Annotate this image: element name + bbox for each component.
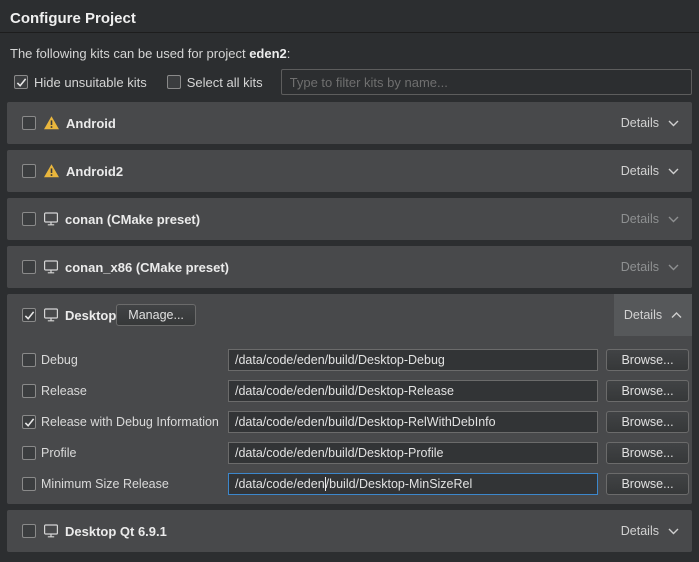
browse-button[interactable]: Browse... [606,442,689,464]
configure-project-page: { "window": { "title": "Configure Projec… [0,0,699,562]
details-label: Details [621,212,659,226]
build-path-input[interactable]: /data/code/eden/build/Desktop-Profile [228,442,598,464]
build-config-row-relwithdebinfo: Release with Debug Information /data/cod… [22,411,689,433]
details-toggle[interactable]: Details [608,150,692,192]
desktop-icon [43,211,59,227]
build-config-list: Debug /data/code/eden/build/Desktop-Debu… [7,336,692,504]
kit-name: Desktop Qt 6.9.1 [65,524,167,539]
desktop-icon [43,259,59,275]
config-checkbox[interactable] [22,446,36,460]
details-toggle[interactable]: Details [608,510,692,552]
kit-checkbox[interactable] [22,212,36,226]
select-all-kits-checkbox[interactable] [167,75,181,89]
checkmark-icon [16,77,27,88]
build-config-row-minsizerel: Minimum Size Release /data/code/eden/bui… [22,473,689,495]
details-label: Details [621,164,659,178]
kit-name: conan_x86 (CMake preset) [65,260,229,275]
chevron-down-icon [668,120,679,127]
hide-unsuitable-kits-checkbox[interactable] [14,75,28,89]
checkmark-icon [24,310,35,321]
path-text: /data/code/eden/build/Desktop-RelWithDeb… [235,415,496,429]
kit-header: conan_x86 (CMake preset) Details [7,246,692,288]
build-path-input[interactable]: /data/code/eden/build/Desktop-Debug [228,349,598,371]
page-title: Configure Project [0,0,699,33]
kit-checkbox[interactable] [22,524,36,538]
project-name: eden2 [249,46,287,61]
kit-panel-conan: conan (CMake preset) Details [7,198,692,240]
browse-button[interactable]: Browse... [606,473,689,495]
config-label: Release with Debug Information [41,415,228,429]
details-toggle[interactable]: Details [608,198,692,240]
build-config-row-debug: Debug /data/code/eden/build/Desktop-Debu… [22,349,689,371]
kit-checkbox[interactable] [22,308,36,322]
config-checkbox[interactable] [22,384,36,398]
kit-checkbox[interactable] [22,164,36,178]
kit-name: Android2 [66,164,123,179]
chevron-down-icon [668,264,679,271]
select-all-kits-label: Select all kits [187,75,263,90]
kit-list: Android Details Android2 Details [7,102,692,552]
build-path-input[interactable]: /data/code/eden/build/Desktop-MinSizeRel [228,473,598,495]
kit-panel-android: Android Details [7,102,692,144]
kit-panel-android2: Android2 Details [7,150,692,192]
intro-text: The following kits can be used for proje… [10,46,689,61]
chevron-down-icon [668,216,679,223]
warning-icon [43,115,60,131]
kit-name: Android [66,116,116,131]
kit-panel-desktop-qt: Desktop Qt 6.9.1 Details [7,510,692,552]
hide-unsuitable-kits-option[interactable]: Hide unsuitable kits [14,75,147,90]
config-label: Debug [41,353,228,367]
kit-checkbox[interactable] [22,260,36,274]
kit-name: Desktop [65,308,116,323]
kit-header: Desktop Manage... Details [7,294,692,336]
hide-unsuitable-kits-label: Hide unsuitable kits [34,75,147,90]
path-text: /data/code/eden [235,477,325,491]
path-text: /data/code/eden/build/Desktop-Debug [235,353,445,367]
intro-suffix: : [287,46,291,61]
kit-name: conan (CMake preset) [65,212,200,227]
browse-button[interactable]: Browse... [606,411,689,433]
build-path-input[interactable]: /data/code/eden/build/Desktop-RelWithDeb… [228,411,598,433]
select-all-kits-option[interactable]: Select all kits [167,75,263,90]
build-config-row-profile: Profile /data/code/eden/build/Desktop-Pr… [22,442,689,464]
config-label: Profile [41,446,228,460]
details-label: Details [621,524,659,538]
path-text: /data/code/eden/build/Desktop-Release [235,384,454,398]
config-label: Release [41,384,228,398]
config-label: Minimum Size Release [41,477,228,491]
kit-panel-desktop: Desktop Manage... Details Debug /data/co… [7,294,692,504]
details-label: Details [621,116,659,130]
details-label: Details [621,260,659,274]
warning-icon [43,163,60,179]
chevron-up-icon [671,312,682,319]
kit-header: conan (CMake preset) Details [7,198,692,240]
checkmark-icon [24,417,35,428]
kit-panel-conan-x86: conan_x86 (CMake preset) Details [7,246,692,288]
desktop-icon [43,307,59,323]
chevron-down-icon [668,168,679,175]
build-path-input[interactable]: /data/code/eden/build/Desktop-Release [228,380,598,402]
desktop-icon [43,523,59,539]
config-checkbox[interactable] [22,477,36,491]
path-text: /build/Desktop-MinSizeRel [326,477,473,491]
filter-row: Hide unsuitable kits Select all kits [14,69,692,95]
details-toggle[interactable]: Details [614,294,692,336]
details-toggle[interactable]: Details [608,102,692,144]
browse-button[interactable]: Browse... [606,349,689,371]
intro-prefix: The following kits can be used for proje… [10,46,249,61]
chevron-down-icon [668,528,679,535]
browse-button[interactable]: Browse... [606,380,689,402]
config-checkbox[interactable] [22,415,36,429]
kit-header: Android Details [7,102,692,144]
kit-checkbox[interactable] [22,116,36,130]
build-config-row-release: Release /data/code/eden/build/Desktop-Re… [22,380,689,402]
config-checkbox[interactable] [22,353,36,367]
kit-header: Desktop Qt 6.9.1 Details [7,510,692,552]
details-toggle[interactable]: Details [608,246,692,288]
manage-button[interactable]: Manage... [116,304,196,326]
details-label: Details [624,308,662,322]
kit-filter-input[interactable] [281,69,692,95]
path-text: /data/code/eden/build/Desktop-Profile [235,446,443,460]
kit-header: Android2 Details [7,150,692,192]
